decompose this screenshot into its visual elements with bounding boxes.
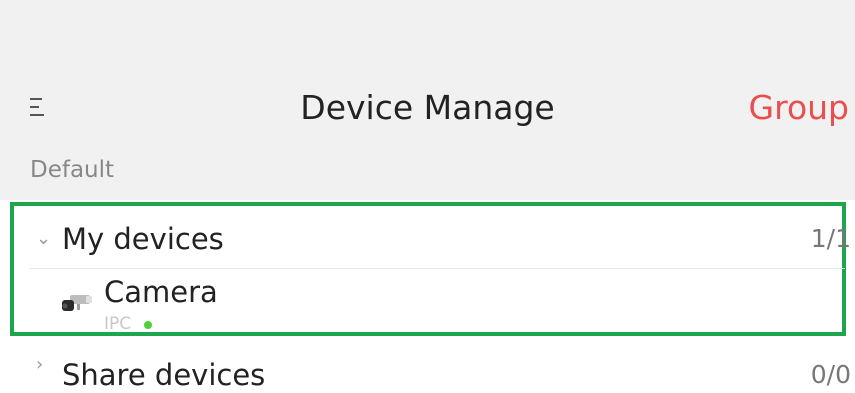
group-row-share-devices[interactable]: › Share devices 0/0 (0, 345, 855, 393)
page-title: Device Manage (300, 88, 555, 127)
status-online-dot (144, 321, 152, 329)
group-button[interactable]: Group (749, 88, 849, 128)
device-row-camera[interactable]: Camera IPC (14, 270, 844, 334)
group-row-my-devices[interactable]: ⌄ My devices 1/1 (0, 209, 855, 269)
group-name: My devices (62, 222, 224, 256)
divider (30, 268, 845, 269)
chevron-right-icon: › (36, 354, 44, 375)
group-count: 0/0 (810, 360, 851, 389)
chevron-down-icon: ⌄ (36, 228, 52, 249)
camera-icon (62, 295, 92, 311)
group-count: 1/1 (810, 224, 851, 253)
group-name: Share devices (62, 358, 266, 392)
default-label: Default (30, 157, 115, 183)
device-name: Camera (104, 275, 218, 309)
device-type: IPC (104, 314, 132, 334)
header-bar: Device Manage Group Default (0, 0, 855, 200)
